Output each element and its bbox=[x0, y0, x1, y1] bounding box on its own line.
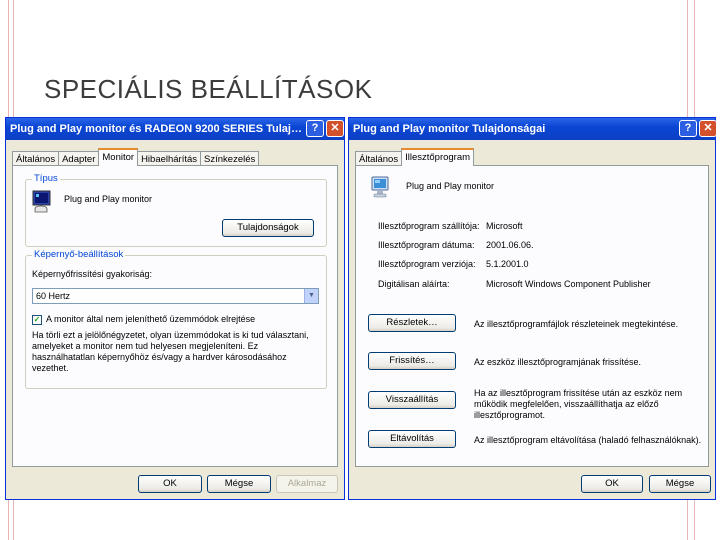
driver-provider-label: Illesztőprogram szállítója: bbox=[378, 221, 480, 231]
type-group-title: Típus bbox=[32, 173, 60, 184]
cancel-button[interactable]: Mégse bbox=[649, 475, 711, 493]
tab-color-management[interactable]: Színkezelés bbox=[200, 151, 260, 166]
driver-tab-panel: Plug and Play monitor Illesztőprogram sz… bbox=[355, 165, 709, 467]
tab-adapter[interactable]: Adapter bbox=[58, 151, 100, 166]
tab-general[interactable]: Általános bbox=[12, 151, 60, 166]
hide-modes-explanation: Ha törli ezt a jelölőnégyzetet, olyan üz… bbox=[32, 330, 309, 373]
digital-signer-value: Microsoft Windows Component Publisher bbox=[486, 279, 651, 289]
apply-button[interactable]: Alkalmaz bbox=[276, 475, 338, 493]
roll-back-driver-button[interactable]: Visszaállítás bbox=[368, 391, 456, 409]
help-button[interactable]: ? bbox=[679, 120, 697, 137]
driver-details-button[interactable]: Részletek… bbox=[368, 314, 456, 332]
dialog-title-bar[interactable]: Plug and Play monitor Tulajdonságai bbox=[349, 118, 715, 140]
slide-title: SPECIÁLIS BEÁLLÍTÁSOK bbox=[44, 74, 373, 104]
tab-troubleshoot[interactable]: Hibaelhárítás bbox=[137, 151, 202, 166]
monitor-adapter-properties-dialog: Plug and Play monitor és RADEON 9200 SER… bbox=[5, 117, 345, 500]
ok-button[interactable]: OK bbox=[581, 475, 643, 493]
hide-modes-checkbox[interactable]: ✓ bbox=[32, 315, 42, 325]
chevron-down-icon[interactable]: ▼ bbox=[304, 289, 318, 303]
monitor-device-icon bbox=[371, 176, 389, 198]
dialog-title-bar[interactable]: Plug and Play monitor és RADEON 9200 SER… bbox=[6, 118, 344, 140]
update-driver-button[interactable]: Frissítés… bbox=[368, 352, 456, 370]
uninstall-driver-button[interactable]: Eltávolítás bbox=[368, 430, 456, 448]
dialog-title: Plug and Play monitor és RADEON 9200 SER… bbox=[10, 123, 302, 135]
refresh-rate-select[interactable]: 60 Hertz ▼ bbox=[32, 288, 319, 304]
tab-strip: Általános Adapter Monitor Hibaelhárítás … bbox=[12, 148, 260, 166]
close-button[interactable]: ✕ bbox=[326, 120, 344, 137]
monitor-icon bbox=[32, 190, 51, 213]
help-button[interactable]: ? bbox=[306, 120, 324, 137]
tab-monitor[interactable]: Monitor bbox=[98, 148, 139, 166]
type-group: Típus Plug and Play monitor Tulajdonságo… bbox=[25, 173, 327, 247]
refresh-rate-label: Képernyőfrissítési gyakoriság: bbox=[32, 269, 153, 279]
digital-signer-label: Digitálisan aláírta: bbox=[378, 279, 450, 289]
cancel-button[interactable]: Mégse bbox=[207, 475, 271, 493]
uninstall-driver-description: Az illesztőprogram eltávolítása (haladó … bbox=[474, 435, 702, 445]
update-driver-description: Az eszköz illesztőprogramjának frissítés… bbox=[474, 357, 642, 367]
close-button[interactable]: ✕ bbox=[699, 120, 717, 137]
monitor-tab-panel: Típus Plug and Play monitor Tulajdonságo… bbox=[12, 165, 338, 467]
display-settings-group-title: Képernyő-beállítások bbox=[32, 249, 126, 260]
tab-general[interactable]: Általános bbox=[355, 151, 403, 166]
monitor-properties-dialog: Plug and Play monitor Tulajdonságai ? ✕ … bbox=[348, 117, 717, 500]
driver-version-value: 5.1.2001.0 bbox=[486, 259, 529, 269]
display-settings-group: Képernyő-beállítások Képernyőfrissítési … bbox=[25, 249, 327, 389]
device-name: Plug and Play monitor bbox=[406, 181, 495, 191]
driver-date-value: 2001.06.06. bbox=[486, 240, 534, 250]
driver-details-description: Az illesztőprogramfájlok részleteinek me… bbox=[474, 319, 679, 329]
tab-strip: Általános Illesztőprogram bbox=[355, 148, 475, 166]
hide-modes-label: A monitor által nem jeleníthető üzemmódo… bbox=[46, 314, 256, 324]
dialog-title: Plug and Play monitor Tulajdonságai bbox=[353, 123, 546, 135]
monitor-name: Plug and Play monitor bbox=[64, 194, 153, 204]
ok-button[interactable]: OK bbox=[138, 475, 202, 493]
properties-button[interactable]: Tulajdonságok bbox=[222, 219, 314, 237]
roll-back-driver-description: Ha az illesztőprogram frissítése után az… bbox=[474, 388, 683, 420]
driver-provider-value: Microsoft bbox=[486, 221, 523, 231]
refresh-rate-value: 60 Hertz bbox=[36, 291, 71, 301]
tab-driver[interactable]: Illesztőprogram bbox=[401, 148, 475, 166]
driver-date-label: Illesztőprogram dátuma: bbox=[378, 240, 475, 250]
driver-version-label: Illesztőprogram verziója: bbox=[378, 259, 476, 269]
